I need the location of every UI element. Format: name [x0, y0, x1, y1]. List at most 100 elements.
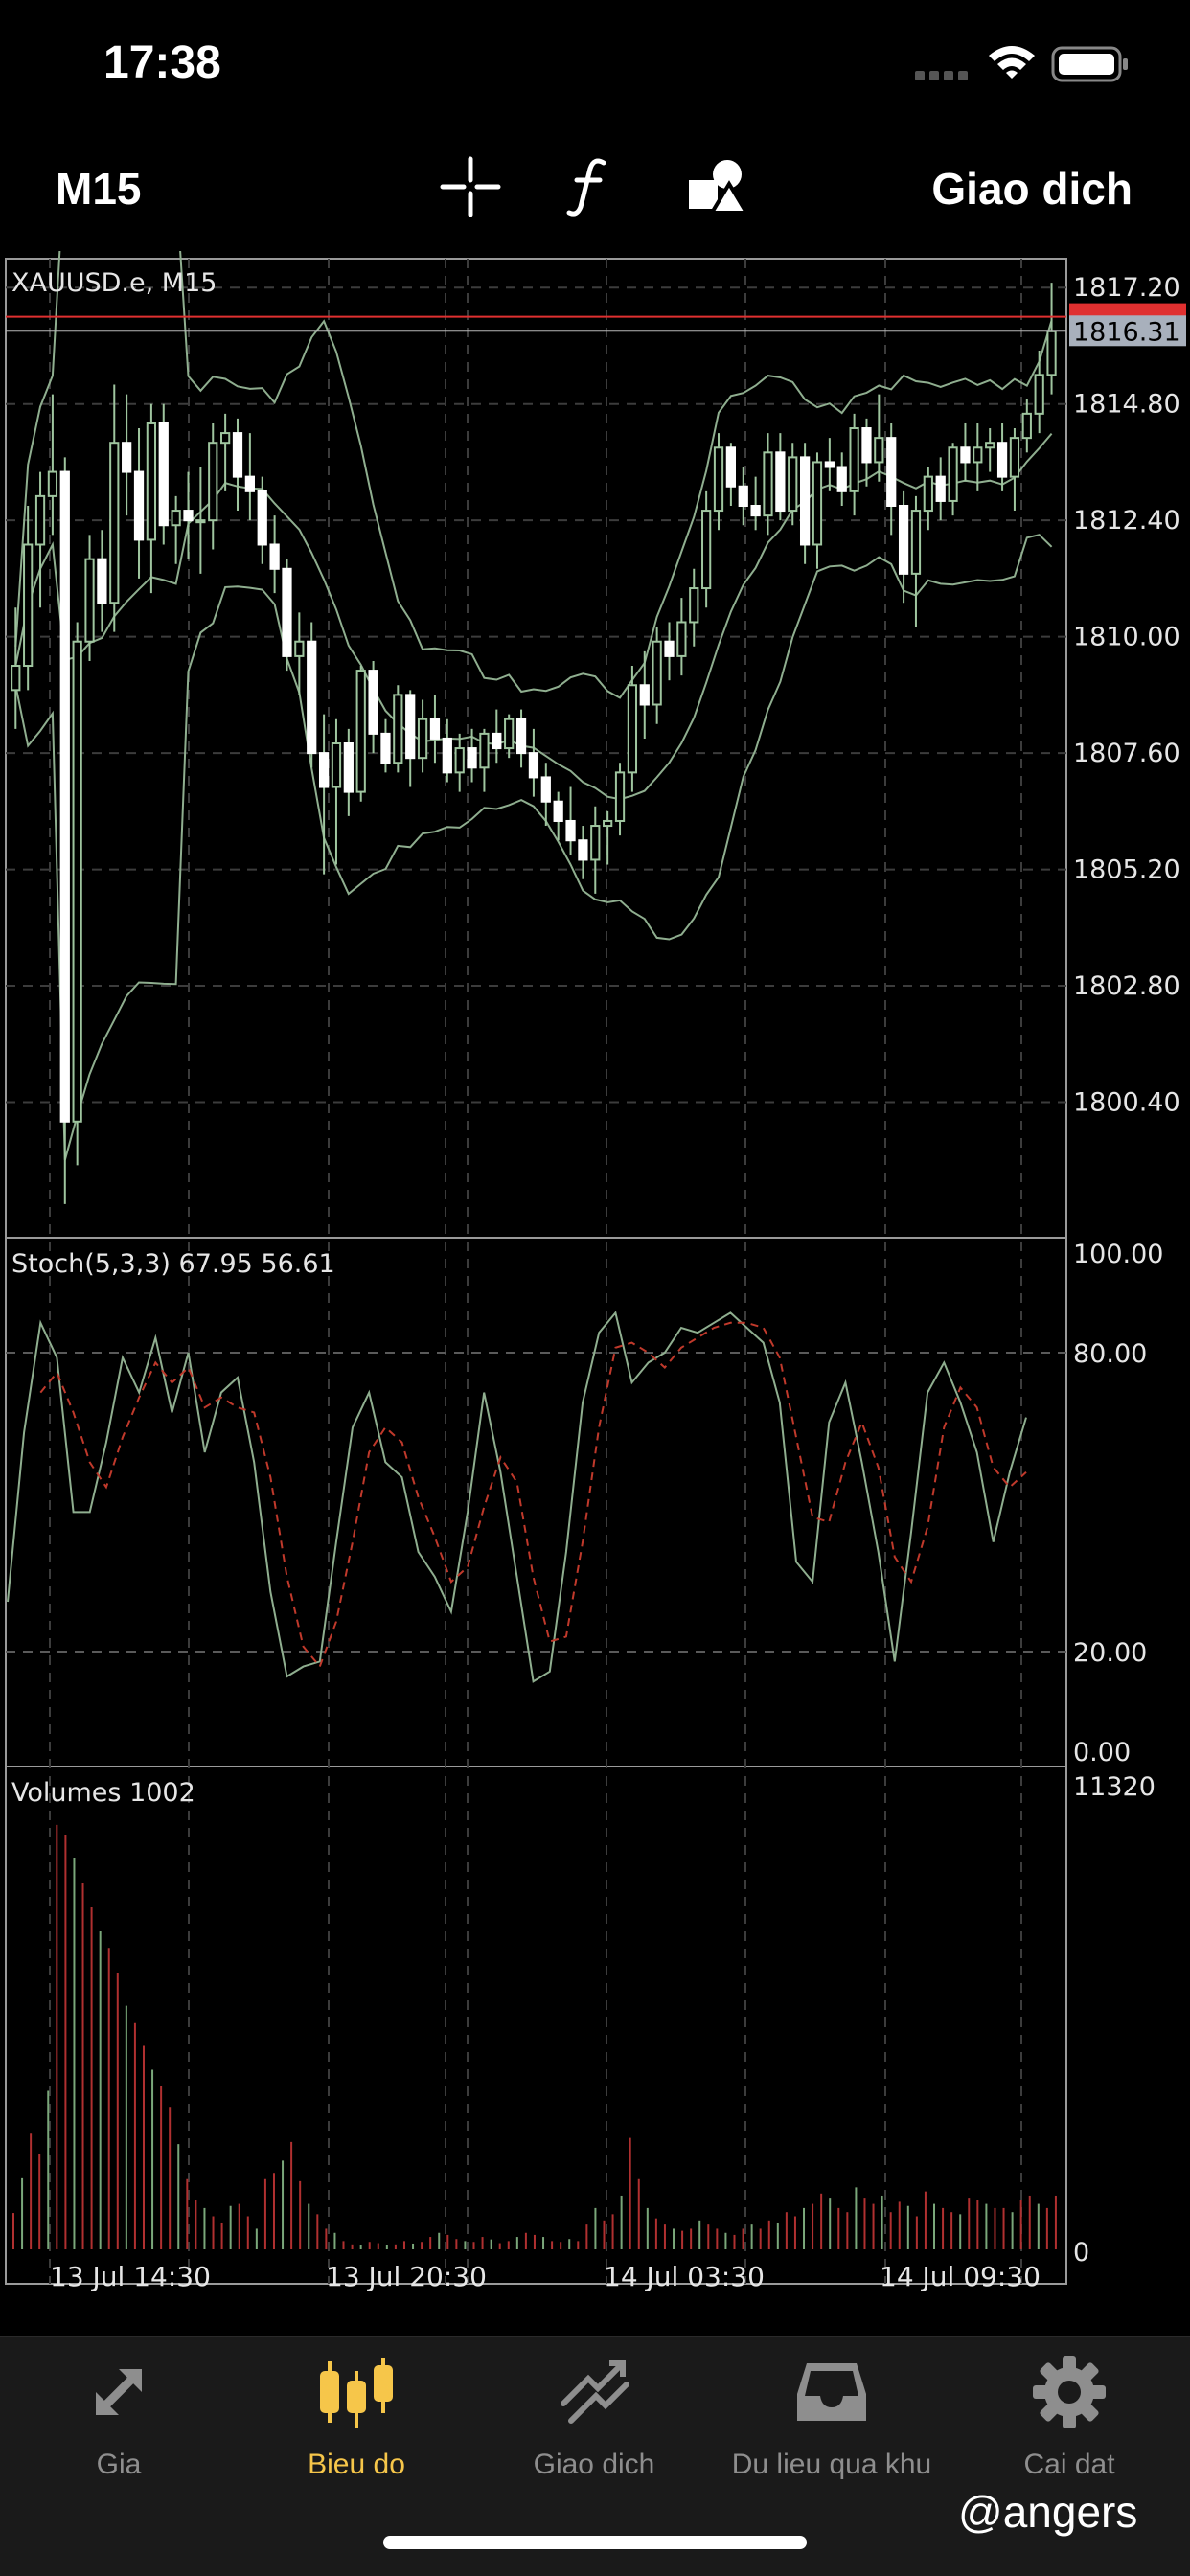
candle-body	[355, 670, 366, 793]
candle-body	[59, 470, 70, 1123]
candle-body	[208, 442, 218, 522]
candle-body	[282, 567, 292, 657]
volumes-panel: Volumes 1002	[11, 1778, 1057, 2249]
stoch-tick-label: 0.00	[1073, 1738, 1131, 1767]
tab-bieu-do[interactable]: Bieu do	[241, 2354, 471, 2481]
candle-body	[158, 422, 169, 527]
price-tick-label: 1817.20	[1073, 273, 1180, 303]
stoch-tick-label: 100.00	[1073, 1240, 1163, 1269]
tab-label: Du lieu qua khu	[731, 2449, 932, 2480]
candle-body	[553, 800, 563, 822]
candle-body	[133, 470, 145, 541]
candle-body	[405, 694, 416, 760]
tab-label: Bieu do	[308, 2449, 405, 2480]
candle-body	[861, 427, 872, 464]
candle-body	[973, 446, 983, 464]
stochastic-panel: Stoch(5,3,3) 67.95 56.61	[6, 1249, 1066, 1683]
chart-area[interactable]: XAUUSD.e, M15 Stoch(5,3,3) 67.95 56.61 V…	[0, 159, 1190, 2292]
candle-body	[1034, 374, 1044, 415]
candle-body	[898, 505, 909, 575]
history-inbox-icon	[797, 2363, 866, 2421]
candle-body	[836, 466, 847, 492]
candle-body	[380, 732, 391, 764]
candle-body	[23, 543, 34, 668]
candle-body	[725, 446, 736, 488]
tab-gia[interactable]: Gia	[4, 2354, 234, 2481]
candle-body	[183, 510, 194, 522]
price-chart[interactable]: XAUUSD.e, M15 Stoch(5,3,3) 67.95 56.61 V…	[0, 159, 1190, 2292]
candle-body	[701, 510, 712, 590]
watermark: @angers	[958, 2487, 1138, 2537]
candle-body	[528, 752, 539, 779]
candle-body	[307, 640, 317, 755]
candle-body	[1009, 437, 1020, 478]
candle-body	[244, 475, 255, 492]
tab-du-lieu-qua-khu[interactable]: Du lieu qua khu	[717, 2354, 947, 2481]
candle-body	[195, 519, 206, 524]
candle-body	[960, 446, 971, 464]
chart-toolbar: M15 Giao dich	[0, 134, 1190, 249]
candlestick-chart-icon	[320, 2358, 393, 2428]
tab-label: Giao dich	[533, 2449, 655, 2480]
candle-body	[996, 442, 1008, 478]
candle-body	[417, 718, 428, 760]
tab-label: Cai dat	[1023, 2449, 1115, 2480]
candle-body	[318, 752, 330, 788]
price-tick-label: 1800.40	[1073, 1088, 1180, 1118]
stoch-tick-label: 80.00	[1073, 1339, 1147, 1369]
wifi-icon	[989, 46, 1035, 79]
candle-body	[849, 427, 859, 492]
price-tick-label: 1805.20	[1073, 855, 1180, 885]
candle-body	[812, 461, 823, 546]
candle-body	[565, 819, 576, 842]
timeframe-button[interactable]: M15	[56, 163, 141, 215]
volume-tick-label: 0	[1073, 2238, 1089, 2268]
chart-axes: 1817.20 1814.80 1812.40 1810.00 1807.60 1805.…	[50, 273, 1186, 2292]
candle-body	[713, 446, 724, 513]
time-tick-label: 13 Jul 14:30	[50, 2261, 211, 2291]
indicators-function-icon[interactable]	[565, 155, 613, 218]
time-tick-label: 13 Jul 20:30	[326, 2261, 487, 2291]
symbol-label: XAUUSD.e, M15	[11, 268, 217, 298]
objects-shapes-icon[interactable]	[685, 155, 748, 218]
candle-body	[948, 446, 958, 502]
candle-body	[504, 718, 515, 750]
candle-body	[171, 510, 181, 527]
candle-body	[738, 485, 748, 507]
candle-body	[109, 442, 120, 604]
tab-giao-dich[interactable]: Giao dich	[479, 2354, 709, 2481]
stoch-k-line	[7, 1311, 1027, 1683]
stoch-label: Stoch(5,3,3) 67.95 56.61	[11, 1249, 335, 1279]
candle-body	[799, 456, 811, 546]
candle-body	[257, 490, 267, 546]
crosshair-icon[interactable]	[439, 155, 502, 218]
battery-icon	[1051, 46, 1128, 82]
candle-body	[639, 684, 650, 706]
candle-body	[515, 718, 527, 755]
tab-cai-dat[interactable]: Cai dat	[954, 2354, 1184, 2481]
candle-body	[442, 737, 452, 774]
quotes-arrows-icon	[96, 2369, 142, 2415]
candle-body	[603, 819, 613, 828]
candle-body	[874, 437, 884, 464]
candle-body	[47, 470, 58, 497]
candle-body	[590, 825, 601, 861]
time-tick-label: 14 Jul 03:30	[604, 2261, 765, 2291]
candle-body	[750, 505, 761, 517]
candle-body	[1021, 412, 1032, 440]
trade-button[interactable]: Giao dich	[931, 163, 1133, 215]
price-tick-label: 1802.80	[1073, 971, 1180, 1001]
candle-body	[763, 451, 773, 517]
price-tick-label: 1812.40	[1073, 506, 1180, 536]
candle-body	[454, 747, 465, 774]
time-tick-label: 14 Jul 09:30	[880, 2261, 1041, 2291]
candle-body	[84, 558, 95, 643]
candle-body	[34, 494, 46, 546]
candle-body	[540, 776, 551, 803]
candle-body	[985, 442, 995, 449]
stoch-d-line	[39, 1321, 1027, 1669]
candle-body	[294, 640, 305, 657]
candle-body	[269, 543, 280, 570]
candle-body	[368, 670, 378, 735]
candle-body	[467, 747, 477, 769]
